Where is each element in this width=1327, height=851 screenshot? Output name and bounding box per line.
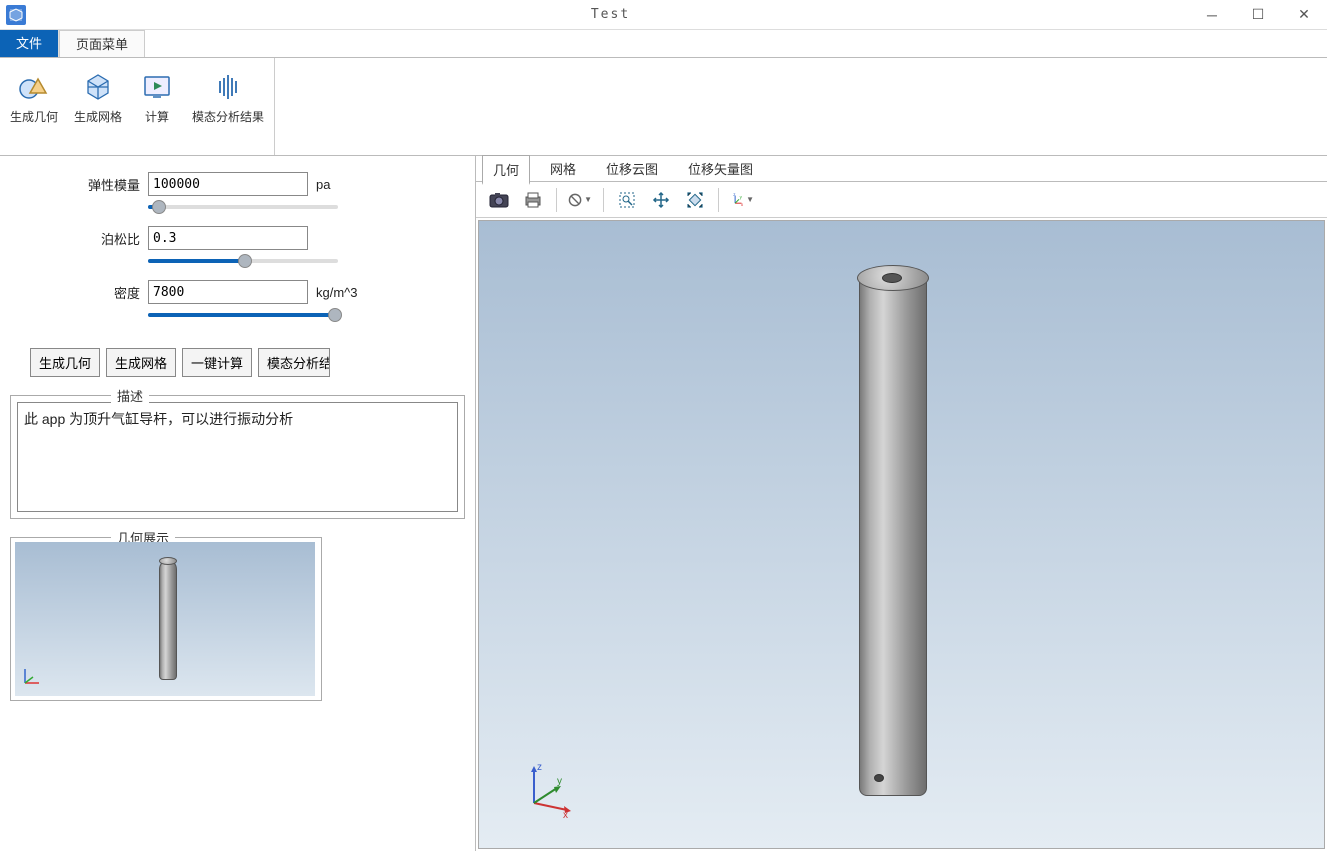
viewer-panel: 几何 网格 位移云图 位移矢量图 ▼ xyxy=(476,156,1327,851)
snapshot-button[interactable] xyxy=(484,185,514,215)
ribbon-modal-result[interactable]: 模态分析结果 xyxy=(192,64,264,155)
ribbon-generate-mesh[interactable]: 生成网格 xyxy=(74,64,122,155)
svg-text:y: y xyxy=(740,194,743,199)
ribbon: 生成几何 生成网格 计算 模态分析结果 xyxy=(0,58,1327,156)
svg-text:z: z xyxy=(733,192,736,197)
poisson-input[interactable] xyxy=(148,226,308,250)
window-title: Test xyxy=(32,7,1189,22)
print-button[interactable] xyxy=(518,185,548,215)
generate-mesh-button[interactable]: 生成网格 xyxy=(106,348,176,377)
tab-file[interactable]: 文件 xyxy=(0,30,59,57)
close-button[interactable]: ✕ xyxy=(1281,0,1327,30)
ribbon-label: 生成网格 xyxy=(74,110,122,124)
tab-geometry[interactable]: 几何 xyxy=(482,155,530,185)
axis-triad-icon: z x y xyxy=(519,758,569,808)
description-text: 此 app 为顶升气缸导杆，可以进行振动分析 xyxy=(17,402,458,512)
svg-text:z: z xyxy=(537,762,542,773)
ribbon-label: 模态分析结果 xyxy=(192,110,264,124)
ribbon-calculate[interactable]: 计算 xyxy=(138,64,176,155)
title-bar: Test ─ ☐ ✕ xyxy=(0,0,1327,30)
svg-text:y: y xyxy=(557,776,562,787)
density-unit: kg/m^3 xyxy=(316,285,358,300)
generate-geometry-button[interactable]: 生成几何 xyxy=(30,348,100,377)
svg-text:x: x xyxy=(563,810,568,818)
zoom-extent-button[interactable] xyxy=(612,185,642,215)
mesh-icon xyxy=(79,68,117,106)
elastic-modulus-label: 弹性模量 xyxy=(70,175,140,194)
tab-displacement-vector[interactable]: 位移矢量图 xyxy=(678,155,763,182)
3d-viewport[interactable]: z x y xyxy=(478,220,1325,849)
vibration-icon xyxy=(209,68,247,106)
viewer-toolbar: ▼ z y x ▼ xyxy=(476,182,1327,218)
density-input[interactable] xyxy=(148,280,308,304)
poisson-label: 泊松比 xyxy=(70,229,140,248)
elastic-modulus-slider[interactable] xyxy=(148,198,338,216)
play-icon xyxy=(138,68,176,106)
axis-dropdown[interactable]: z y x ▼ xyxy=(727,185,757,215)
geometry-preview-group: 几何展示 xyxy=(10,537,322,701)
elastic-modulus-input[interactable] xyxy=(148,172,308,196)
pan-button[interactable] xyxy=(646,185,676,215)
description-group: 描述 此 app 为顶升气缸导杆，可以进行振动分析 xyxy=(10,395,465,519)
maximize-button[interactable]: ☐ xyxy=(1235,0,1281,30)
one-click-calc-button[interactable]: 一键计算 xyxy=(182,348,252,377)
ribbon-label: 计算 xyxy=(145,110,169,124)
tab-displacement-cloud[interactable]: 位移云图 xyxy=(596,155,668,182)
sidebar: 弹性模量 pa 泊松比 密度 kg xyxy=(0,156,476,851)
ribbon-generate-geometry[interactable]: 生成几何 xyxy=(10,64,58,155)
density-slider[interactable] xyxy=(148,306,338,324)
tab-mesh[interactable]: 网格 xyxy=(540,155,586,182)
density-label: 密度 xyxy=(70,283,140,302)
app-icon xyxy=(6,5,26,25)
zoom-box-button[interactable] xyxy=(680,185,710,215)
elastic-unit: pa xyxy=(316,177,330,192)
viewer-tabs: 几何 网格 位移云图 位移矢量图 xyxy=(476,156,1327,182)
poisson-slider[interactable] xyxy=(148,252,338,270)
menu-tabs: 文件 页面菜单 xyxy=(0,30,1327,58)
svg-text:x: x xyxy=(741,201,744,206)
minimize-button[interactable]: ─ xyxy=(1189,0,1235,30)
ribbon-label: 生成几何 xyxy=(10,110,58,124)
layer-dropdown[interactable]: ▼ xyxy=(565,185,595,215)
tab-page-menu[interactable]: 页面菜单 xyxy=(59,30,145,57)
description-legend: 描述 xyxy=(111,386,149,405)
modal-result-button[interactable]: 模态分析结果 xyxy=(258,348,330,377)
geometry-preview[interactable] xyxy=(15,542,315,696)
geometry-icon xyxy=(15,68,53,106)
